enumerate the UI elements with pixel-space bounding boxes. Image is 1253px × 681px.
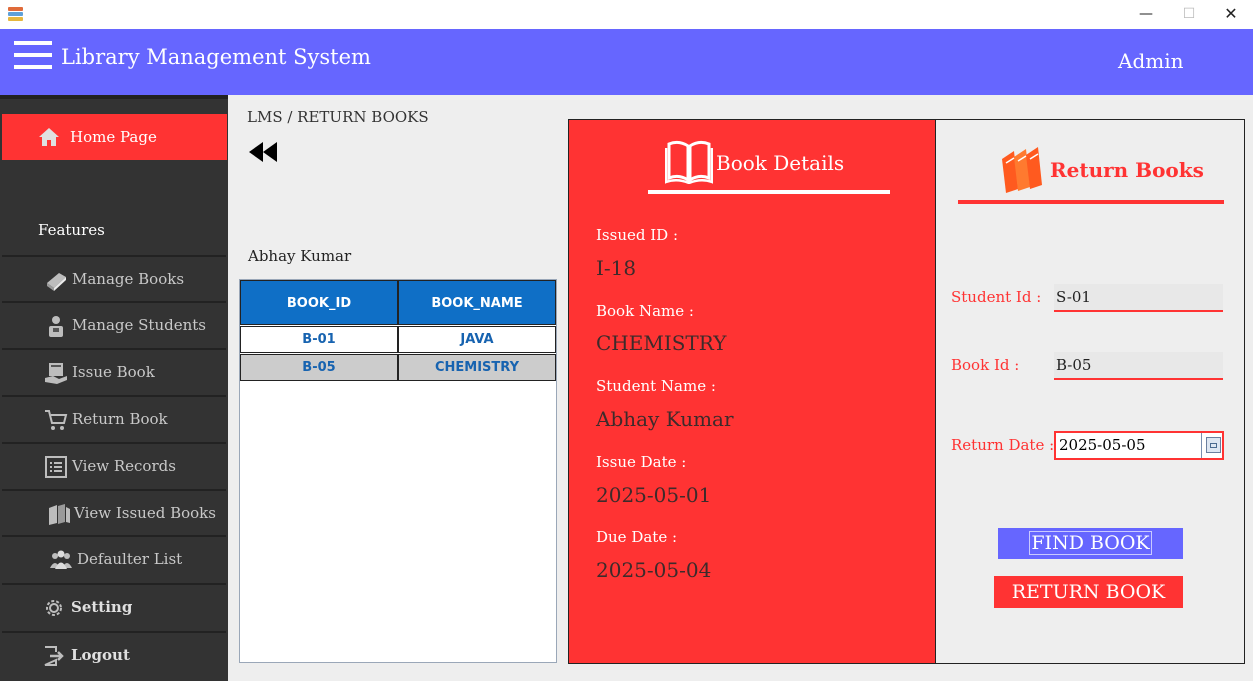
issue-book-icon bbox=[45, 363, 67, 384]
sidebar-item-home[interactable]: Home Page bbox=[2, 114, 227, 160]
sidebar-item-manage-books[interactable]: Manage Books bbox=[2, 255, 226, 300]
return-book-button[interactable]: RETURN BOOK bbox=[994, 576, 1183, 608]
sidebar-item-view-records[interactable]: View Records bbox=[2, 442, 226, 487]
book-name-value: CHEMISTRY bbox=[596, 331, 727, 355]
student-id-field[interactable]: S-01 bbox=[1054, 284, 1223, 312]
find-book-label: FIND BOOK bbox=[1029, 531, 1152, 555]
column-header-book-id[interactable]: BOOK_ID bbox=[240, 280, 398, 325]
sidebar-item-view-issued-books[interactable]: View Issued Books bbox=[2, 489, 226, 534]
issued-id-label: Issued ID : bbox=[596, 226, 679, 244]
cart-icon bbox=[45, 410, 68, 430]
table-cell[interactable]: CHEMISTRY bbox=[398, 354, 556, 381]
maximize-button[interactable]: ☐ bbox=[1174, 3, 1204, 25]
sidebar-item-label: Return Book bbox=[72, 410, 168, 428]
calendar-icon[interactable] bbox=[1206, 437, 1221, 453]
logout-icon bbox=[44, 646, 64, 666]
issued-id-value: I-18 bbox=[596, 256, 637, 280]
book-icon bbox=[47, 273, 66, 291]
sidebar-item-setting[interactable]: Setting bbox=[2, 583, 226, 628]
sidebar-item-logout[interactable]: Logout bbox=[2, 631, 226, 676]
app-header: Library Management System Admin bbox=[0, 29, 1253, 95]
sidebar-item-label: Home Page bbox=[70, 128, 157, 146]
student-name: Abhay Kumar bbox=[248, 247, 352, 265]
due-date-value: 2025-05-04 bbox=[596, 558, 712, 582]
book-details-title: Book Details bbox=[716, 151, 845, 175]
sidebar-item-manage-students[interactable]: Manage Students bbox=[2, 301, 226, 346]
sidebar-item-label: Defaulter List bbox=[77, 550, 183, 568]
issue-date-label: Issue Date : bbox=[596, 453, 687, 471]
sidebar-item-return-book[interactable]: Return Book bbox=[2, 395, 226, 440]
book-name-label: Book Name : bbox=[596, 302, 694, 320]
sidebar-item-issue-book[interactable]: Issue Book bbox=[2, 348, 226, 393]
app-icon bbox=[8, 6, 24, 22]
student-id-label: Student Id : bbox=[951, 288, 1042, 306]
breadcrumb: LMS / RETURN BOOKS bbox=[247, 108, 429, 126]
home-icon bbox=[39, 128, 59, 146]
sidebar-item-defaulter-list[interactable]: Defaulter List bbox=[2, 535, 226, 580]
window-titlebar: — ☐ ✕ bbox=[0, 0, 1253, 29]
user-label[interactable]: Admin bbox=[1118, 49, 1184, 73]
sidebar-item-label: View Issued Books bbox=[74, 504, 216, 522]
list-icon bbox=[45, 456, 67, 478]
features-heading: Features bbox=[38, 221, 105, 239]
sidebar-item-label: Setting bbox=[71, 598, 133, 616]
return-date-value[interactable]: 2025-05-05 bbox=[1059, 436, 1145, 454]
table-cell[interactable]: B-01 bbox=[240, 326, 398, 353]
return-books-title: Return Books bbox=[1050, 158, 1204, 182]
sidebar-item-label: Manage Students bbox=[72, 316, 206, 334]
close-button[interactable]: ✕ bbox=[1216, 3, 1246, 25]
student-icon bbox=[49, 316, 63, 337]
student-name-label: Student Name : bbox=[596, 377, 716, 395]
column-header-book-name[interactable]: BOOK_NAME bbox=[398, 280, 556, 325]
student-name-value: Abhay Kumar bbox=[596, 407, 734, 431]
book-id-label: Book Id : bbox=[951, 356, 1020, 374]
find-book-button[interactable]: FIND BOOK bbox=[998, 528, 1183, 559]
books-icon bbox=[49, 504, 70, 525]
book-id-field[interactable]: B-05 bbox=[1054, 352, 1223, 380]
sidebar-item-label: View Records bbox=[72, 457, 176, 475]
group-icon bbox=[50, 550, 72, 569]
table-cell[interactable]: JAVA bbox=[398, 326, 556, 353]
sidebar-item-label: Manage Books bbox=[72, 270, 185, 288]
minimize-button[interactable]: — bbox=[1131, 3, 1161, 25]
return-date-picker[interactable]: 2025-05-05 bbox=[1054, 431, 1224, 460]
due-date-label: Due Date : bbox=[596, 528, 678, 546]
issue-date-value: 2025-05-01 bbox=[596, 483, 712, 507]
sidebar-item-label: Logout bbox=[71, 646, 130, 664]
sidebar-item-label: Issue Book bbox=[72, 363, 155, 381]
return-date-label: Return Date : bbox=[951, 436, 1055, 454]
back-icon[interactable] bbox=[247, 140, 279, 164]
hamburger-menu-icon[interactable] bbox=[14, 41, 52, 71]
books-stack-icon bbox=[1002, 147, 1042, 193]
divider bbox=[958, 200, 1224, 204]
divider bbox=[648, 190, 890, 194]
table-cell[interactable]: B-05 bbox=[240, 354, 398, 381]
gear-icon bbox=[46, 600, 62, 616]
app-title: Library Management System bbox=[61, 45, 371, 69]
open-book-icon bbox=[665, 140, 713, 184]
